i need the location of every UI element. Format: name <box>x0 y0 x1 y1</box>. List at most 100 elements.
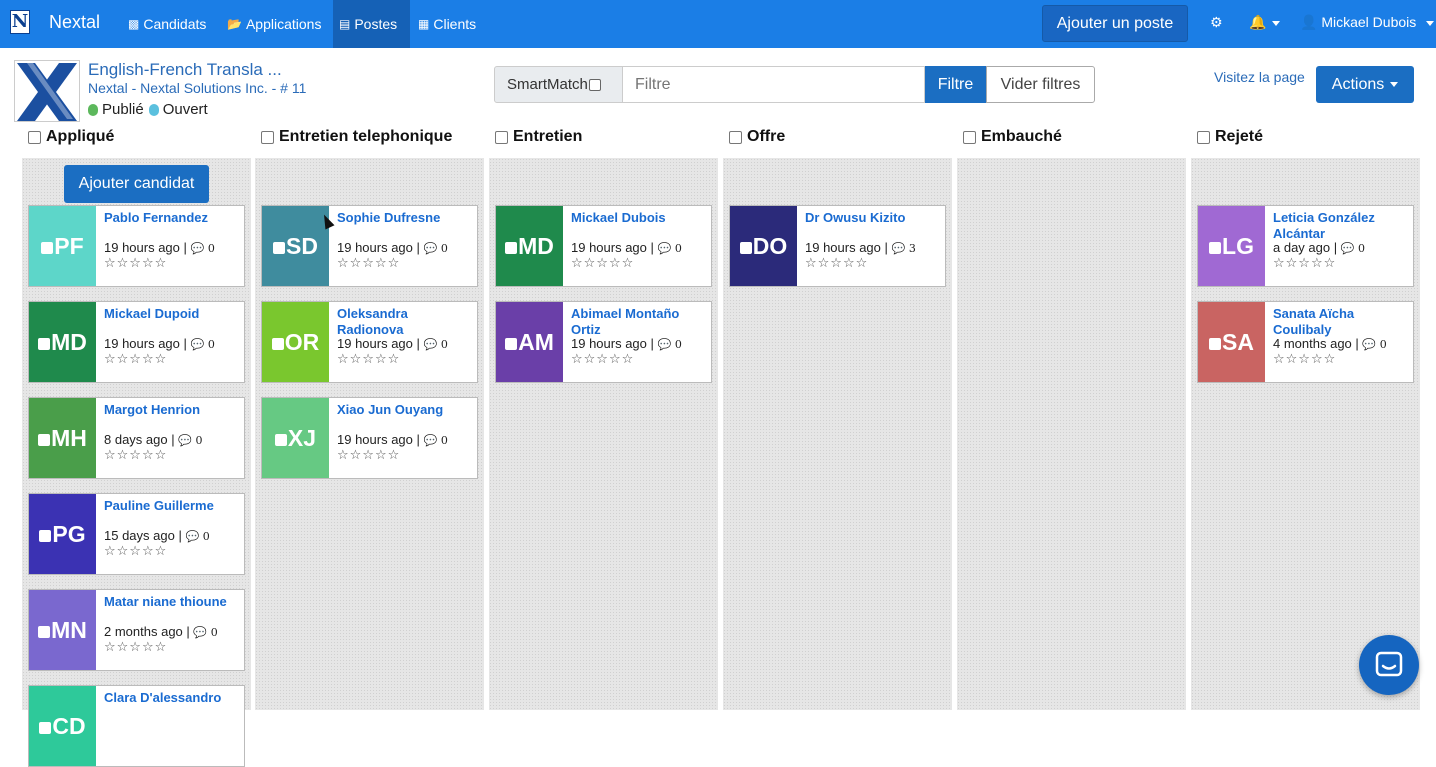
nav-postes[interactable]: ▤ Postes <box>333 0 410 48</box>
candidate-card[interactable]: AM Abimael Montaño Ortiz 19 hours ago | 💬 … <box>495 301 712 383</box>
avatar: PF <box>29 206 96 286</box>
candidate-card[interactable]: CD Clara D'alessandro <box>28 685 245 767</box>
candidate-name[interactable]: Mickael Dupoid <box>104 306 242 322</box>
candidate-card[interactable]: PG Pauline Guillerme 15 days ago | 💬 0 ☆☆☆☆… <box>28 493 245 575</box>
avatar-initials: SA <box>1222 328 1254 355</box>
candidate-name[interactable]: Xiao Jun Ouyang <box>337 402 475 418</box>
actions-button[interactable]: Actions <box>1316 66 1414 103</box>
candidate-card[interactable]: DO Dr Owusu Kizito 19 hours ago | 💬 3 ☆☆☆☆☆ <box>729 205 946 287</box>
column-select-checkbox[interactable] <box>1197 130 1210 144</box>
column-header: Offre <box>729 128 785 146</box>
candidate-name[interactable]: Margot Henrion <box>104 402 242 418</box>
candidate-name[interactable]: Leticia González Alcántar <box>1273 210 1411 242</box>
visit-page-link[interactable]: Visitez la page <box>1214 69 1305 85</box>
card-select-checkbox[interactable] <box>41 241 54 254</box>
candidate-card[interactable]: SD Sophie Dufresne 19 hours ago | 💬 0 ☆☆☆☆☆ <box>261 205 478 287</box>
card-select-checkbox[interactable] <box>273 241 286 254</box>
column-select-checkbox[interactable] <box>729 130 742 144</box>
card-select-checkbox[interactable] <box>1209 241 1222 254</box>
smartmatch-toggle[interactable]: SmartMatch <box>494 66 623 103</box>
clear-filters-button[interactable]: Vider filtres <box>986 66 1095 103</box>
job-company[interactable]: Nextal - Nextal Solutions Inc. - # 11 <box>88 80 306 96</box>
candidate-name[interactable]: Mickael Dubois <box>571 210 709 226</box>
candidate-card[interactable]: LG Leticia González Alcántar a day ago | 💬… <box>1197 205 1414 287</box>
candidate-name[interactable]: Pauline Guillerme <box>104 498 242 514</box>
card-select-checkbox[interactable] <box>39 721 52 734</box>
candidate-card[interactable]: XJ Xiao Jun Ouyang 19 hours ago | 💬 0 ☆☆☆☆☆ <box>261 397 478 479</box>
column-label: Offre <box>747 128 786 145</box>
candidate-card[interactable]: PF Pablo Fernandez 19 hours ago | 💬 0 ☆☆☆☆☆ <box>28 205 245 287</box>
rating-stars-icon[interactable]: ☆☆☆☆☆ <box>104 255 167 271</box>
column-label: Rejeté <box>1215 128 1264 145</box>
nav-label: Applications <box>245 16 322 32</box>
nav-clients[interactable]: ▦ Clients <box>412 0 482 48</box>
filter-button[interactable]: Filtre <box>925 66 986 103</box>
chat-widget-button[interactable] <box>1359 635 1419 695</box>
card-select-checkbox[interactable] <box>38 337 51 350</box>
nav-label: Clients <box>433 16 477 32</box>
candidate-name[interactable]: Abimael Montaño Ortiz <box>571 306 709 338</box>
brand-logo-icon[interactable]: N <box>10 10 30 34</box>
rating-stars-icon[interactable]: ☆☆☆☆☆ <box>337 351 400 367</box>
rating-stars-icon[interactable]: ☆☆☆☆☆ <box>571 351 634 367</box>
user-menu[interactable]: 👤 Mickael Dubois <box>1300 14 1435 31</box>
candidate-name[interactable]: Dr Owusu Kizito <box>805 210 943 226</box>
card-time: 19 hours ago <box>337 336 413 351</box>
candidate-name[interactable]: Sanata Aïcha Coulibaly <box>1273 306 1411 338</box>
column-select-checkbox[interactable] <box>963 130 976 144</box>
rating-stars-icon[interactable]: ☆☆☆☆☆ <box>1273 351 1336 367</box>
bell-icon[interactable]: 🔔 <box>1249 14 1281 31</box>
rating-stars-icon[interactable]: ☆☆☆☆☆ <box>104 543 167 559</box>
rating-stars-icon[interactable]: ☆☆☆☆☆ <box>104 639 167 655</box>
card-select-checkbox[interactable] <box>739 241 752 254</box>
user-icon: 👤 <box>1300 14 1318 30</box>
user-name: Mickael Dubois <box>1321 14 1417 30</box>
card-select-checkbox[interactable] <box>39 529 52 542</box>
avatar-initials: DO <box>752 232 788 259</box>
card-select-checkbox[interactable] <box>38 433 51 446</box>
published-status-icon <box>88 103 98 116</box>
rating-stars-icon[interactable]: ☆☆☆☆☆ <box>571 255 634 271</box>
candidate-name[interactable]: Clara D'alessandro <box>104 690 242 706</box>
candidate-name[interactable]: Oleksandra Radionova <box>337 306 475 338</box>
smartmatch-checkbox[interactable] <box>588 78 601 91</box>
candidate-name[interactable]: Sophie Dufresne <box>337 210 475 226</box>
avatar-initials: PF <box>54 232 84 259</box>
candidate-card[interactable]: MH Margot Henrion 8 days ago | 💬 0 ☆☆☆☆☆ <box>28 397 245 479</box>
rating-stars-icon[interactable]: ☆☆☆☆☆ <box>1273 255 1336 271</box>
card-select-checkbox[interactable] <box>38 625 51 638</box>
nav-candidats[interactable]: ▩ Candidats <box>122 0 212 48</box>
column-select-checkbox[interactable] <box>261 130 274 144</box>
filter-input[interactable] <box>623 66 925 103</box>
rating-stars-icon[interactable]: ☆☆☆☆☆ <box>337 447 400 463</box>
candidate-name[interactable]: Pablo Fernandez <box>104 210 242 226</box>
rating-stars-icon[interactable]: ☆☆☆☆☆ <box>104 447 167 463</box>
candidate-card[interactable]: OR Oleksandra Radionova 19 hours ago | 💬 0… <box>261 301 478 383</box>
column-header: Appliqué <box>28 128 114 146</box>
candidate-card[interactable]: MD Mickael Dupoid 19 hours ago | 💬 0 ☆☆☆☆☆ <box>28 301 245 383</box>
column-select-checkbox[interactable] <box>495 130 508 144</box>
add-candidate-button[interactable]: Ajouter candidat <box>64 165 209 203</box>
column-label: Appliqué <box>46 128 115 145</box>
card-select-checkbox[interactable] <box>505 241 518 254</box>
comment-count: 0 <box>440 338 448 351</box>
rating-stars-icon[interactable]: ☆☆☆☆☆ <box>104 351 167 367</box>
rating-stars-icon[interactable]: ☆☆☆☆☆ <box>805 255 868 271</box>
rating-stars-icon[interactable]: ☆☆☆☆☆ <box>337 255 400 271</box>
add-post-button[interactable]: Ajouter un poste <box>1042 5 1188 42</box>
card-select-checkbox[interactable] <box>274 433 287 446</box>
card-select-checkbox[interactable] <box>1209 337 1222 350</box>
job-title[interactable]: English-French Transla ... <box>88 60 282 80</box>
card-time: 19 hours ago <box>337 432 413 447</box>
gear-icon[interactable]: ⚙ <box>1210 14 1223 31</box>
candidate-card[interactable]: MD Mickael Dubois 19 hours ago | 💬 0 ☆☆☆☆☆ <box>495 205 712 287</box>
nav-applications[interactable]: 📂 Applications <box>221 0 327 48</box>
comment-icon: 💬 <box>190 243 205 255</box>
candidate-card[interactable]: SA Sanata Aïcha Coulibaly 4 months ago | 💬… <box>1197 301 1414 383</box>
brand-name[interactable]: Nextal <box>49 12 100 33</box>
candidate-name[interactable]: Matar niane thioune <box>104 594 242 610</box>
card-select-checkbox[interactable] <box>505 337 518 350</box>
column-select-checkbox[interactable] <box>28 130 41 144</box>
card-select-checkbox[interactable] <box>271 337 284 350</box>
candidate-card[interactable]: MN Matar niane thioune 2 months ago | 💬 0 ☆… <box>28 589 245 671</box>
